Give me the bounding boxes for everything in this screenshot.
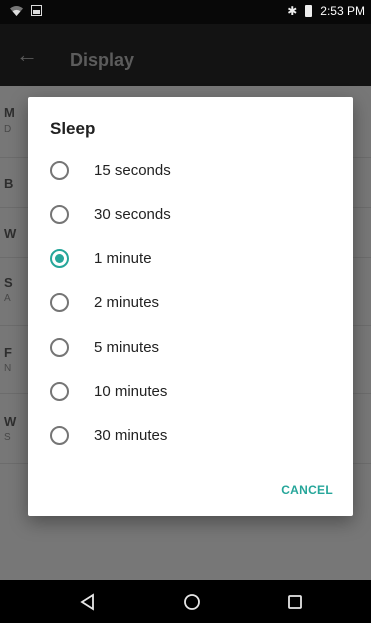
radio-button[interactable] bbox=[50, 292, 69, 312]
app-bar: ← Display bbox=[0, 24, 371, 86]
sleep-dialog: Sleep 15 seconds 30 seconds 1 minute 2 m… bbox=[28, 97, 353, 516]
battery-icon bbox=[305, 5, 313, 17]
back-arrow-icon[interactable]: ← bbox=[16, 42, 38, 68]
option-label: 30 minutes bbox=[94, 426, 168, 444]
wifi-icon bbox=[10, 6, 23, 16]
dialog-title: Sleep bbox=[50, 119, 96, 138]
navigation-bar bbox=[0, 580, 371, 623]
radio-button[interactable] bbox=[50, 160, 69, 180]
option-10-minutes[interactable]: 10 minutes bbox=[50, 374, 330, 408]
status-time: 2:53 PM bbox=[320, 4, 365, 18]
option-30-minutes[interactable]: 30 minutes bbox=[50, 418, 330, 452]
option-label: 30 seconds bbox=[94, 205, 171, 223]
page-title: Display bbox=[70, 50, 135, 70]
status-bar: ✱ 2:53 PM bbox=[0, 0, 371, 24]
option-label: 1 minute bbox=[94, 249, 152, 267]
radio-button[interactable] bbox=[50, 425, 69, 445]
image-notification-icon bbox=[31, 5, 42, 16]
radio-button[interactable] bbox=[50, 204, 69, 224]
option-label: 15 seconds bbox=[94, 161, 171, 179]
radio-button-selected[interactable] bbox=[50, 248, 69, 268]
option-15-seconds[interactable]: 15 seconds bbox=[50, 153, 330, 187]
bluetooth-icon: ✱ bbox=[287, 4, 298, 18]
option-30-seconds[interactable]: 30 seconds bbox=[50, 197, 330, 231]
option-label: 10 minutes bbox=[94, 382, 168, 400]
circle-home-icon[interactable] bbox=[182, 592, 202, 612]
option-5-minutes[interactable]: 5 minutes bbox=[50, 330, 330, 364]
triangle-back-icon[interactable] bbox=[78, 592, 98, 612]
option-label: 2 minutes bbox=[94, 293, 160, 311]
option-2-minutes[interactable]: 2 minutes bbox=[50, 285, 330, 319]
cancel-button[interactable]: CANCEL bbox=[281, 483, 333, 497]
option-1-minute[interactable]: 1 minute bbox=[50, 241, 330, 275]
square-recents-icon[interactable] bbox=[285, 592, 305, 612]
radio-button[interactable] bbox=[50, 337, 69, 357]
option-label: 5 minutes bbox=[94, 338, 160, 356]
radio-button[interactable] bbox=[50, 381, 69, 401]
